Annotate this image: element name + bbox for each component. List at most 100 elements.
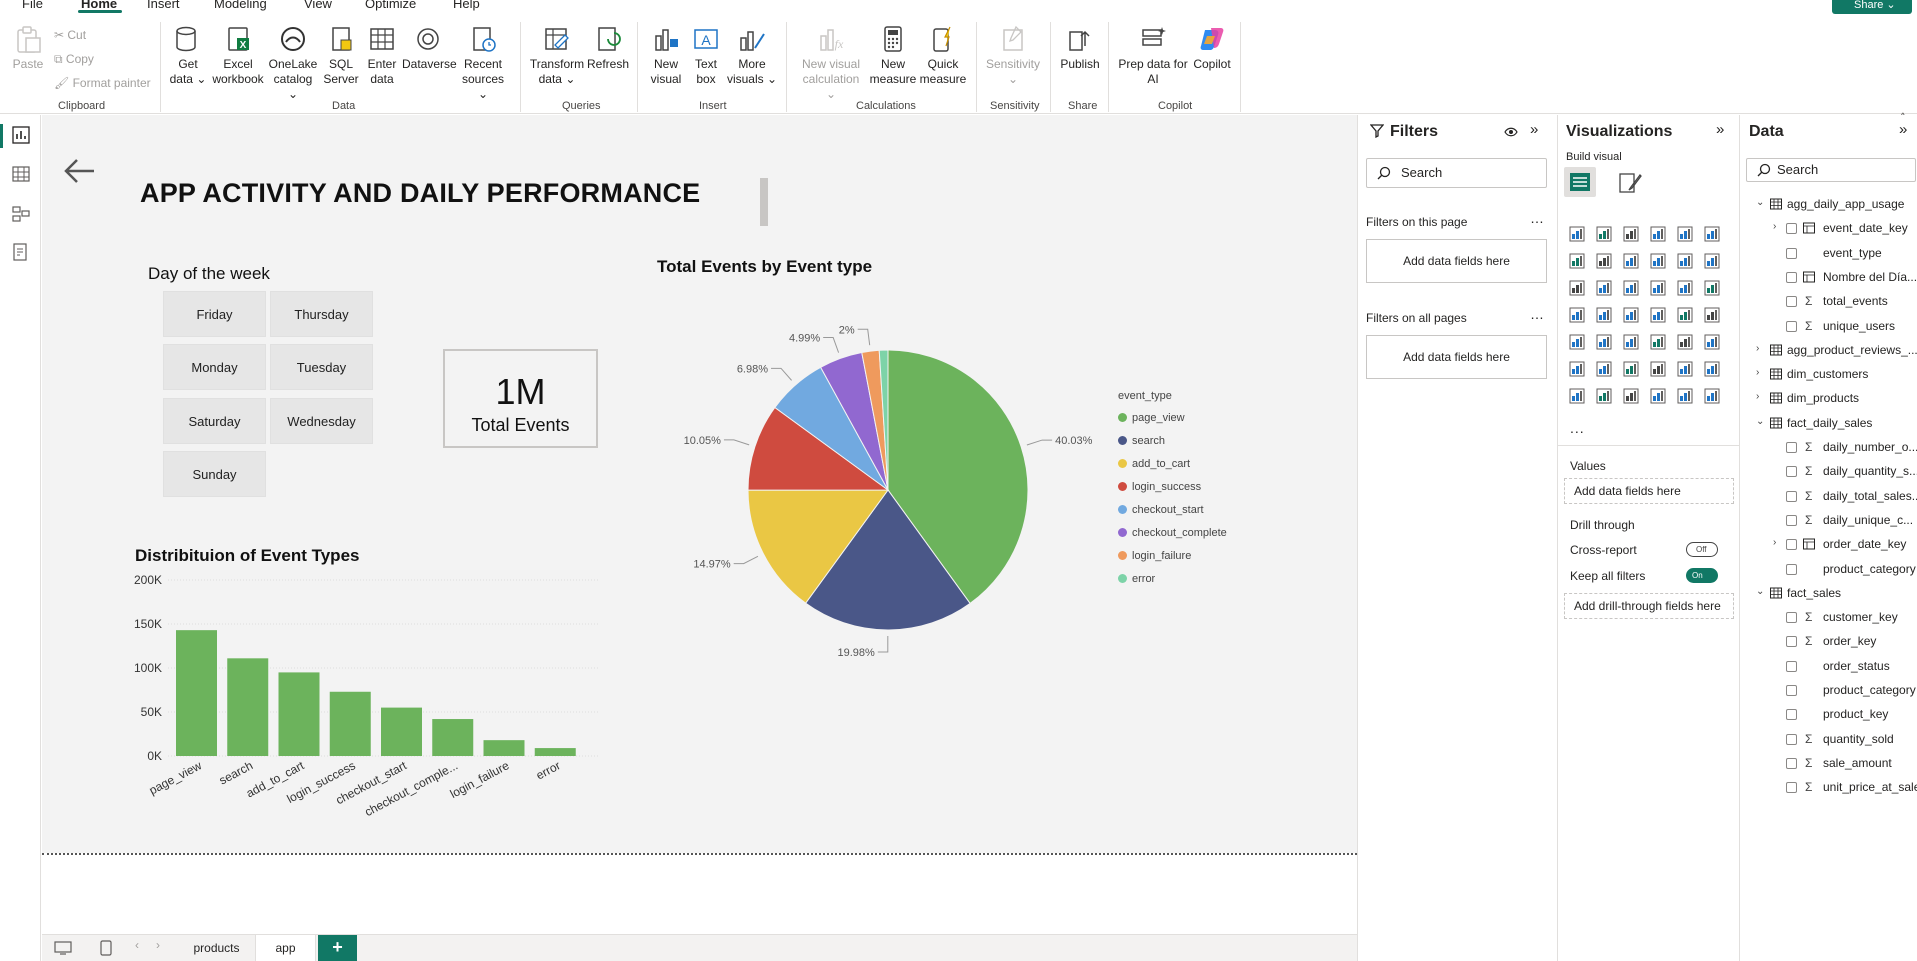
new-measure-button[interactable]: New measure [868,24,918,87]
slicer-day-monday[interactable]: Monday [163,344,266,390]
viz-stacked-bar-icon[interactable] [1568,225,1586,243]
viz-chevron-icon[interactable] [1703,387,1721,405]
legend-item-page_view[interactable]: page_view [1118,406,1227,429]
text-box-button[interactable]: A Text box [688,24,724,87]
new-visual-calculation-button[interactable]: fx New visual calculation ⌄ [796,24,866,102]
bar-add_to_cart[interactable] [278,672,320,756]
prep-data-for-ai-button[interactable]: Prep data for AI [1116,24,1190,87]
chevron-right-icon[interactable]: › [1756,367,1759,378]
get-data-button[interactable]: Get data ⌄ [168,24,208,87]
viz-map-icon[interactable] [1595,306,1613,324]
viz-treemap-icon[interactable] [1568,306,1586,324]
viz-area-icon[interactable] [1595,252,1613,270]
bar-checkout_comple...[interactable] [432,719,474,756]
more-visuals-dots[interactable]: ... [1570,420,1585,436]
viz-paginated-icon[interactable] [1568,387,1586,405]
legend-item-error[interactable]: error [1118,567,1227,590]
field-checkbox[interactable] [1786,660,1797,672]
viz-filled-map-icon[interactable] [1622,306,1640,324]
format-painter-button[interactable]: 🖌 Format painter [54,76,151,90]
enter-data-button[interactable]: Enter data [362,24,402,87]
filters-search-input[interactable]: Search [1366,158,1547,188]
desktop-layout-icon[interactable] [54,941,72,955]
viz-azure-map-icon[interactable] [1649,306,1667,324]
viz-waterfall-icon[interactable] [1703,252,1721,270]
viz-clustered-column-icon[interactable] [1649,225,1667,243]
paste-button[interactable]: Paste [12,24,44,72]
field-checkbox[interactable] [1786,782,1797,794]
viz-scatter-icon[interactable] [1649,279,1667,297]
share-button[interactable]: Share ⌄ [1832,0,1912,14]
viz-100-bar-icon[interactable] [1676,225,1694,243]
chevron-right-icon[interactable]: › [1756,391,1759,402]
viz-ribbon-icon[interactable] [1676,252,1694,270]
bar-login_success[interactable] [329,691,371,756]
slicer-day-saturday[interactable]: Saturday [163,398,266,444]
viz-table-icon[interactable] [1649,333,1667,351]
bar-search[interactable] [227,658,269,756]
viz-line-icon[interactable] [1568,252,1586,270]
sql-server-button[interactable]: SQL Server [322,24,360,87]
legend-item-login_success[interactable]: login_success [1118,475,1227,498]
viz-multirow-card-icon[interactable] [1568,333,1586,351]
viz-power-automate-icon[interactable] [1622,387,1640,405]
viz-decomposition-icon[interactable] [1622,360,1640,378]
viz-matrix-icon[interactable] [1676,333,1694,351]
menu-file[interactable]: File [22,0,43,11]
previous-page-icon[interactable]: ‹ [135,938,139,952]
pie-chart[interactable]: 40.03% 19.98% 14.97% 10.05% 6.98% 4.99% 2% [680,320,1100,670]
copy-button[interactable]: ⧉ Copy [54,52,94,67]
field-checkbox[interactable] [1786,247,1797,259]
bar-page_view[interactable] [176,630,217,756]
collapse-visualizations-icon[interactable]: » [1716,121,1724,138]
viz-line-column-icon[interactable] [1649,252,1667,270]
page-tab-products[interactable]: products [178,935,256,961]
mobile-layout-icon[interactable] [100,940,112,956]
legend-item-login_failure[interactable]: login_failure [1118,544,1227,567]
menu-insert[interactable]: Insert [147,0,180,11]
legend-item-checkout_start[interactable]: checkout_start [1118,498,1227,521]
field-checkbox[interactable] [1786,442,1797,453]
refresh-button[interactable]: Refresh [586,24,630,72]
recent-sources-button[interactable]: Recent sources ⌄ [456,24,510,102]
bar-error[interactable] [534,748,576,756]
legend-item-checkout_complete[interactable]: checkout_complete [1118,521,1227,544]
viz-stacked-area-icon[interactable] [1622,252,1640,270]
collapse-data-icon[interactable]: » [1899,121,1907,138]
viz-qa-icon[interactable] [1649,360,1667,378]
viz-kpi-icon[interactable] [1595,333,1613,351]
build-visual-tab[interactable] [1564,167,1596,197]
field-checkbox[interactable] [1786,636,1797,648]
field-checkbox[interactable] [1786,223,1797,235]
cut-button[interactable]: ✂ Cut [54,28,86,42]
excel-workbook-button[interactable]: X Excel workbook [210,24,266,87]
slicer-day-thursday[interactable]: Thursday [270,291,373,337]
page-tab-app[interactable]: app [256,935,316,961]
all-pages-filters-drop-zone[interactable]: Add data fields here [1366,335,1547,379]
field-checkbox[interactable] [1786,320,1797,332]
viz-key-influencers-icon[interactable] [1595,360,1613,378]
transform-data-button[interactable]: Transform data ⌄ [528,24,586,87]
chevron-down-icon[interactable]: ⌄ [1756,586,1764,597]
drill-through-drop-zone[interactable]: Add drill-through fields here [1564,593,1734,619]
quick-measure-button[interactable]: Quick measure [918,24,968,87]
field-checkbox[interactable] [1786,490,1797,502]
chevron-down-icon[interactable]: ⌄ [1756,416,1764,427]
sensitivity-button[interactable]: Sensitivity ⌄ [984,24,1042,87]
field-checkbox[interactable] [1786,514,1797,526]
viz-power-apps-icon[interactable] [1595,387,1613,405]
dataverse-button[interactable]: Dataverse [402,24,457,72]
field-checkbox[interactable] [1786,709,1797,721]
field-checkbox[interactable] [1786,539,1797,551]
more-visuals-button[interactable]: More visuals ⌄ [726,24,778,87]
field-checkbox[interactable] [1786,685,1797,696]
bar-chart[interactable]: 0K50K100K150K200Kpage_view searchadd_to_c… [120,570,600,840]
field-checkbox[interactable] [1786,466,1797,478]
eye-icon[interactable] [1504,126,1518,138]
table-view-icon[interactable] [12,165,30,183]
slicer-day-friday[interactable]: Friday [163,291,266,337]
menu-optimize[interactable]: Optimize [365,0,416,11]
publish-button[interactable]: Publish [1058,24,1102,72]
slicer-day-sunday[interactable]: Sunday [163,451,266,497]
dax-query-view-icon[interactable] [12,243,30,261]
